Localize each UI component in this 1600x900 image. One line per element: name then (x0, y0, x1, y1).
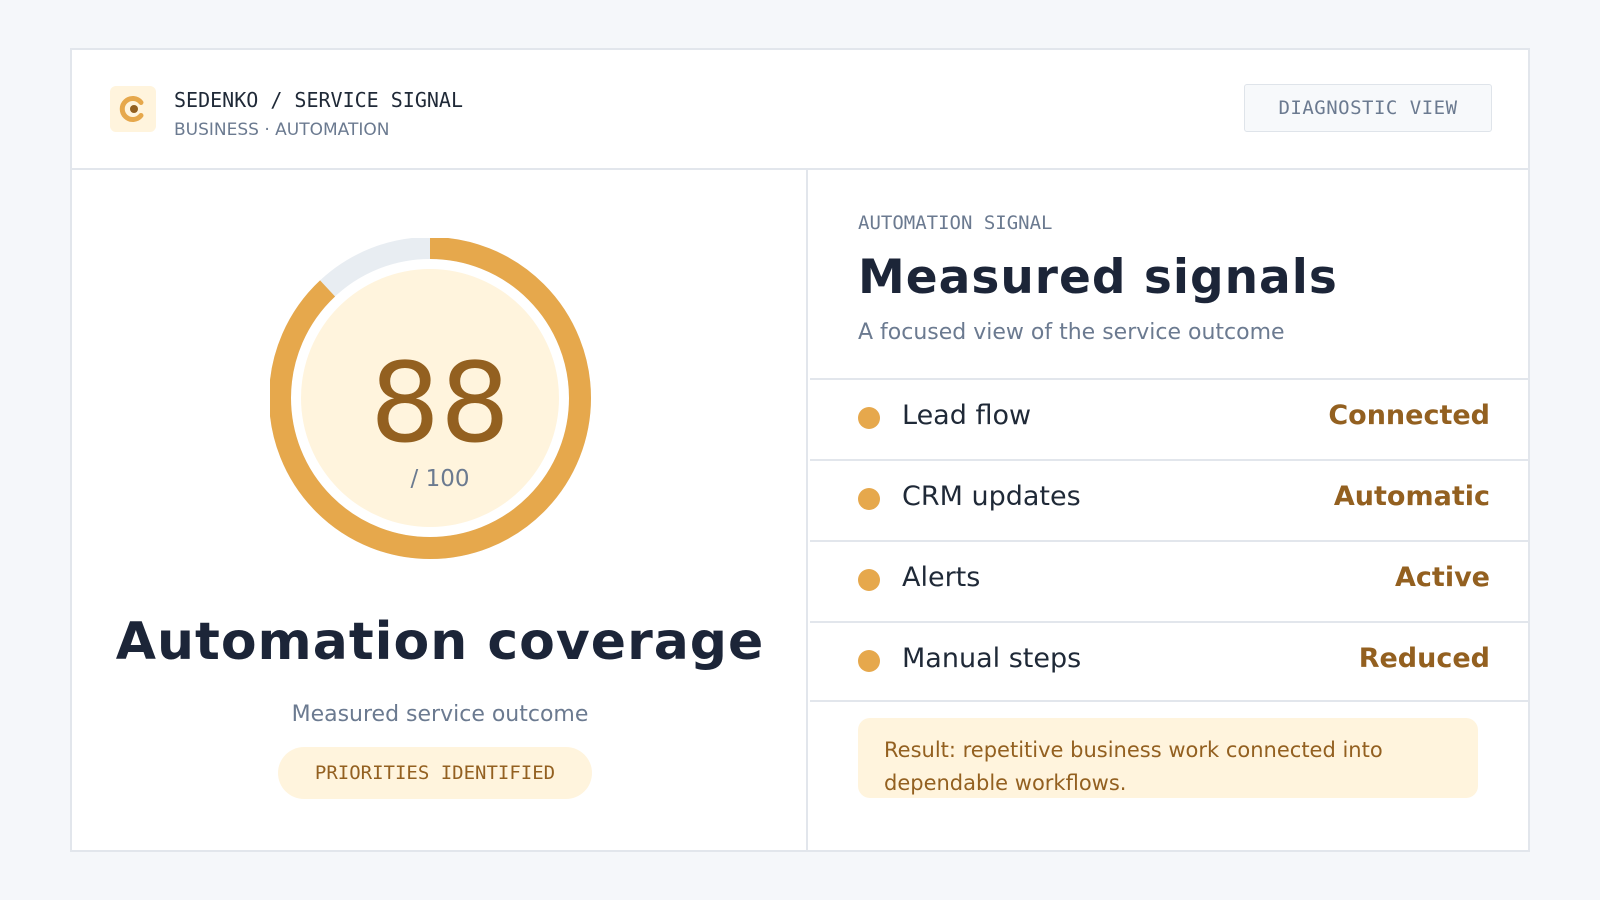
status-dot-icon (858, 407, 880, 429)
signal-row-alerts: Alerts Active (810, 540, 1530, 621)
signal-row-manual-steps: Manual steps Reduced (810, 621, 1530, 702)
status-dot-icon (858, 488, 880, 510)
card-header: SEDENKO / SERVICE SIGNAL BUSINESS · AUTO… (72, 50, 1528, 170)
signals-subtitle: A focused view of the service outcome (858, 320, 1285, 345)
signals-list: Lead flow Connected CRM updates Automati… (810, 378, 1530, 702)
signal-label: Manual steps (902, 643, 1082, 674)
signal-value: Connected (1328, 400, 1490, 431)
diagnostic-view-button[interactable]: DIAGNOSTIC VIEW (1244, 84, 1492, 132)
status-dot-icon (858, 650, 880, 672)
coverage-panel: 88 / 100 Automation coverage Measured se… (72, 170, 808, 850)
status-badge: PRIORITIES IDENTIFIED (278, 747, 592, 799)
status-dot-icon (858, 569, 880, 591)
coverage-title: Automation coverage (115, 612, 765, 672)
result-note: Result: repetitive business work connect… (858, 718, 1478, 798)
signal-value: Automatic (1333, 481, 1490, 512)
signal-label: CRM updates (902, 481, 1081, 512)
service-signal-card: SEDENKO / SERVICE SIGNAL BUSINESS · AUTO… (70, 48, 1530, 852)
gauge-value: 88 (370, 339, 510, 467)
signals-eyebrow: AUTOMATION SIGNAL (858, 212, 1053, 234)
signal-value: Reduced (1358, 643, 1490, 674)
signal-value: Active (1395, 562, 1490, 593)
gauge-max: / 100 (410, 466, 470, 492)
signal-label: Lead flow (902, 400, 1032, 431)
signal-label: Alerts (902, 562, 981, 593)
brand-title: SEDENKO / SERVICE SIGNAL (174, 88, 463, 112)
coverage-subtitle: Measured service outcome (291, 702, 589, 727)
signals-title: Measured signals (858, 250, 1338, 305)
signal-row-crm-updates: CRM updates Automatic (810, 459, 1530, 540)
sedenko-logo-icon (110, 86, 156, 132)
signal-row-lead-flow: Lead flow Connected (810, 378, 1530, 459)
brand-subtitle: BUSINESS · AUTOMATION (174, 120, 390, 140)
signals-panel: AUTOMATION SIGNAL Measured signals A foc… (810, 170, 1530, 850)
